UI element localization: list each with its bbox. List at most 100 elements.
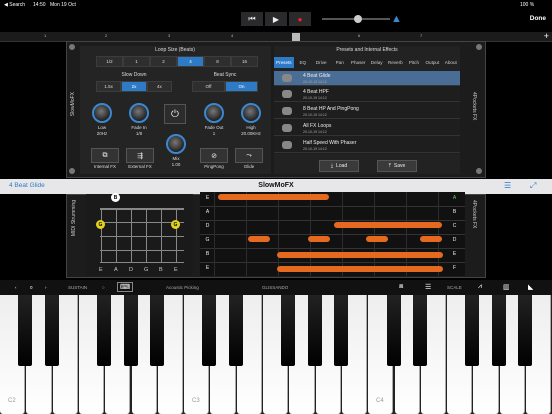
black-key[interactable] <box>386 295 401 366</box>
strum-note[interactable] <box>277 266 443 272</box>
pingpong-button[interactable]: ⊘ <box>200 148 228 163</box>
tab-pan[interactable]: Pan <box>330 57 348 68</box>
black-key[interactable] <box>281 295 296 366</box>
sustain-button[interactable]: SUSTAIN <box>68 285 87 290</box>
black-key[interactable] <box>149 295 164 366</box>
settings-sliders-icon[interactable]: ☰ <box>504 181 511 190</box>
strum-note[interactable] <box>248 236 270 242</box>
black-key[interactable] <box>202 295 217 366</box>
octave-down-icon[interactable]: ‹ <box>15 285 17 290</box>
preset-item-selected[interactable]: 4 Beat Glide 20-10-19 14:12 <box>274 71 460 86</box>
octave-up-icon[interactable]: › <box>45 285 47 290</box>
tab-reverb[interactable]: Reverb <box>386 57 405 68</box>
black-key[interactable] <box>518 295 532 366</box>
black-key[interactable] <box>412 295 427 366</box>
low-knob[interactable] <box>92 103 112 123</box>
back-to-search[interactable]: ◀ Search <box>4 2 25 8</box>
tab-delay[interactable]: Delay <box>367 57 385 68</box>
black-key[interactable] <box>44 295 59 366</box>
tab-presets[interactable]: Presets <box>274 57 294 68</box>
loop-size-option-selected[interactable]: 4 <box>177 56 204 67</box>
ruler-mark: 4 <box>231 33 234 38</box>
expand-icon[interactable]: ⤢ <box>530 181 536 191</box>
preset-item[interactable]: 8 Beat HP And PingPong 20-10-19 14:12 <box>274 104 460 119</box>
high-knob[interactable] <box>241 103 261 123</box>
slow-down-option[interactable]: 1.5x <box>96 81 122 92</box>
black-key[interactable] <box>18 295 33 366</box>
black-key[interactable] <box>491 295 506 366</box>
slow-down-selector[interactable]: 1.5x 2x 4x <box>96 81 172 92</box>
loop-size-option[interactable]: 8 <box>204 56 231 67</box>
external-fx-button[interactable]: ⇶ <box>126 148 154 163</box>
beat-sync-on[interactable]: On <box>225 81 258 92</box>
fade-out-knob[interactable] <box>204 103 224 123</box>
glissando-label[interactable]: GLISSANDO <box>262 285 288 290</box>
strum-note[interactable] <box>420 236 442 242</box>
loop-size-option[interactable]: 1 <box>123 56 150 67</box>
black-key[interactable] <box>123 295 138 366</box>
strum-note[interactable] <box>366 236 388 242</box>
rewind-icon: ⏮ <box>248 14 256 23</box>
tab-output[interactable]: Output <box>423 57 441 68</box>
strum-note[interactable] <box>277 252 443 258</box>
slow-down-option[interactable]: 4x <box>146 81 172 92</box>
smart-keyboard-icon[interactable]: ⌨ <box>117 282 134 292</box>
done-button[interactable]: Done <box>530 15 546 22</box>
master-volume-slider[interactable] <box>322 15 390 23</box>
black-key[interactable] <box>97 295 112 366</box>
glide-button[interactable]: ⤳ <box>235 148 263 163</box>
tab-eq[interactable]: EQ <box>294 57 312 68</box>
fret-dot-g[interactable]: G <box>171 220 180 229</box>
keyboard-settings-icon[interactable]: ☰ <box>425 283 431 291</box>
black-key[interactable] <box>465 295 480 366</box>
sustain-lock-icon[interactable]: ○ <box>102 285 105 290</box>
slow-down-option-selected[interactable]: 2x <box>121 81 147 92</box>
black-key[interactable] <box>228 295 243 366</box>
preset-list[interactable]: 4 Beat Glide 20-10-19 14:12 4 Beat HPF 2… <box>274 71 460 154</box>
keyboard-layout-icon[interactable]: ▥ <box>503 283 510 291</box>
fade-in-knob[interactable] <box>129 103 149 123</box>
beat-sync-off[interactable]: Off <box>192 81 225 92</box>
preset-item[interactable]: All FX Loops 20-10-19 14:12 <box>274 121 460 136</box>
record-button[interactable]: ● <box>289 12 311 26</box>
add-track-button[interactable]: + <box>544 31 549 41</box>
fret-dot-g[interactable]: G <box>96 220 105 229</box>
volume-thumb[interactable] <box>354 15 362 23</box>
fret-line <box>100 250 184 251</box>
tab-phaser[interactable]: Phaser <box>349 57 368 68</box>
tab-drive[interactable]: Drive <box>312 57 330 68</box>
metronome-icon[interactable]: ▲ <box>391 13 402 25</box>
loop-size-selector[interactable]: 1/2 1 2 4 8 16 <box>96 56 258 67</box>
preset-item[interactable]: Half Speed With Phaser 20-10-19 14:12 <box>274 138 460 153</box>
grid-line <box>200 248 465 249</box>
loop-size-option[interactable]: 1/2 <box>96 56 123 67</box>
key-size-icon[interactable]: ◣ <box>528 283 533 291</box>
grid-line <box>200 262 465 263</box>
strum-note[interactable] <box>218 194 329 200</box>
tab-about[interactable]: About <box>442 57 460 68</box>
strum-note[interactable] <box>334 222 442 228</box>
loop-size-option[interactable]: 2 <box>150 56 177 67</box>
playhead-handle[interactable] <box>292 33 300 41</box>
black-key[interactable] <box>333 295 348 366</box>
fret-dot-b[interactable]: B <box>111 193 120 202</box>
rewind-button[interactable]: ⏮ <box>241 12 263 26</box>
chord-strips-icon[interactable]: ⩘ <box>478 283 482 291</box>
arpeggiator-icon[interactable]: ⧈ <box>399 283 403 291</box>
bypass-power-button[interactable]: ⏻ <box>164 104 186 124</box>
beat-sync-selector[interactable]: Off On <box>192 81 258 92</box>
low-knob-value: 20Hz <box>96 131 108 136</box>
beat-sync-title: Beat Sync <box>213 72 237 78</box>
save-button[interactable]: ⤒ Save <box>377 160 417 172</box>
internal-fx-button[interactable]: ⧉ <box>91 148 119 163</box>
strum-note[interactable] <box>308 236 330 242</box>
load-button[interactable]: ⤓ Load <box>319 160 359 172</box>
play-button[interactable]: ▶ <box>265 12 287 26</box>
tab-pitch[interactable]: Pitch <box>405 57 423 68</box>
black-key[interactable] <box>307 295 322 366</box>
loop-size-option[interactable]: 16 <box>231 56 258 67</box>
preset-item[interactable]: 4 Beat HPF 20-10-19 14:12 <box>274 87 460 102</box>
mix-knob[interactable] <box>166 134 186 154</box>
snail-icon <box>282 107 292 115</box>
scale-button[interactable]: SCALE <box>447 285 462 290</box>
